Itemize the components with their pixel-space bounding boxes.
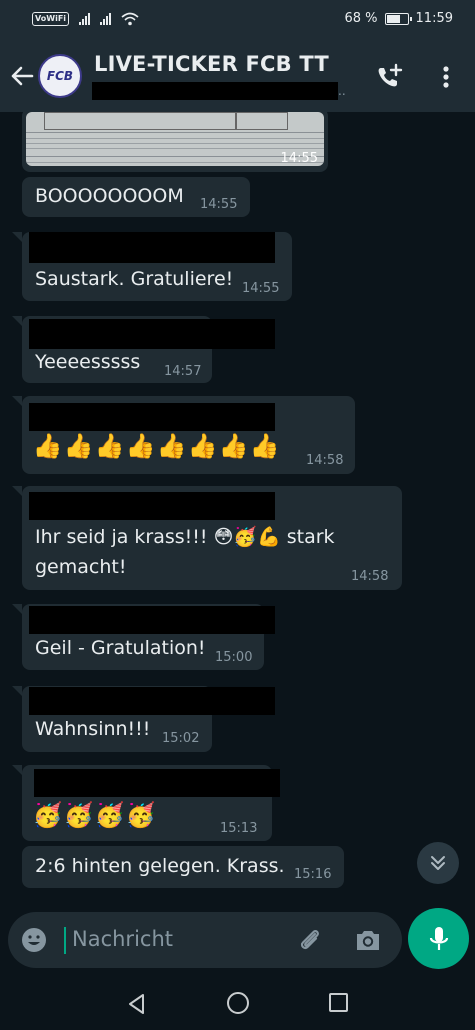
message-time: 15:13 bbox=[220, 821, 258, 836]
thumbs-up-emoji: 👍 bbox=[94, 432, 125, 460]
scroll-to-bottom-button[interactable] bbox=[417, 842, 459, 884]
thumbs-up-emoji: 👍 bbox=[63, 432, 94, 460]
voice-message-button[interactable] bbox=[408, 908, 469, 969]
status-indicators: VoWiFi bbox=[32, 12, 139, 26]
sender-name-redacted bbox=[29, 687, 275, 715]
signal-icon-2 bbox=[100, 13, 112, 25]
message-bubble[interactable]: Ihr seid ja krass!!! 😳🥳💪 stark gemacht! … bbox=[22, 486, 402, 590]
thumbs-up-emoji: 👍 bbox=[187, 432, 218, 460]
chat-title[interactable]: LIVE-TICKER FCB TT bbox=[94, 52, 329, 76]
participants-redacted[interactable] bbox=[92, 82, 338, 100]
status-right: 68 % 11:59 bbox=[345, 11, 454, 26]
message-bubble[interactable]: Yeeeesssss 14:57 bbox=[22, 316, 275, 383]
sender-name-redacted bbox=[29, 606, 275, 634]
message-bubble[interactable]: 🥳🥳🥳🥳 15:13 bbox=[22, 765, 280, 841]
message-time: 14:55 bbox=[280, 151, 318, 166]
emoji-row: 👍👍👍👍👍👍👍👍 bbox=[32, 432, 280, 460]
party-face-emoji: 🥳 bbox=[63, 801, 94, 829]
message-input[interactable]: Nachricht bbox=[72, 927, 173, 951]
message-time: 14:55 bbox=[242, 281, 280, 296]
message-time: 15:02 bbox=[162, 731, 200, 746]
status-bar: VoWiFi 68 % 11:59 bbox=[0, 0, 475, 40]
score-sheet-photo[interactable] bbox=[26, 112, 324, 166]
message-bubble[interactable]: Geil - Gratulation! 15:00 bbox=[22, 604, 275, 670]
thumbs-up-emoji: 👍 bbox=[249, 432, 280, 460]
emoji-icon[interactable] bbox=[20, 926, 48, 954]
message-text-line2: gemacht! bbox=[35, 556, 127, 578]
message-composer[interactable]: Nachricht bbox=[8, 912, 402, 968]
message-time: 14:57 bbox=[164, 364, 202, 379]
avatar-text: FCB bbox=[46, 69, 74, 83]
message-time: 15:16 bbox=[294, 867, 332, 882]
message-text: Geil - Gratulation! bbox=[35, 637, 206, 659]
sender-name-redacted bbox=[29, 403, 275, 431]
thumbs-up-emoji: 👍 bbox=[32, 432, 63, 460]
sender-name-redacted bbox=[29, 319, 275, 349]
signal-icon bbox=[79, 13, 91, 25]
message-list[interactable]: 14:55 BOOOOOOOOM 14:55 Saustark. Gratuli… bbox=[0, 112, 475, 912]
message-bubble[interactable]: 2:6 hinten gelegen. Krass. 15:16 bbox=[22, 846, 344, 888]
battery-percent: 68 % bbox=[344, 11, 378, 26]
message-bubble[interactable]: 👍👍👍👍👍👍👍👍 14:58 bbox=[22, 396, 355, 474]
camera-icon[interactable] bbox=[354, 927, 382, 953]
nav-home-icon[interactable] bbox=[227, 992, 249, 1014]
message-text: Wahnsinn!!! bbox=[35, 718, 151, 740]
nav-recents-icon[interactable] bbox=[329, 993, 348, 1012]
mic-icon bbox=[429, 926, 448, 950]
message-time: 14:58 bbox=[306, 453, 344, 468]
thumbs-up-emoji: 👍 bbox=[218, 432, 249, 460]
system-nav-bar bbox=[0, 978, 475, 1030]
attach-icon[interactable] bbox=[296, 926, 324, 954]
message-text: Yeeeesssss bbox=[35, 351, 141, 373]
double-chevron-down-icon bbox=[431, 856, 445, 870]
sender-name-redacted bbox=[29, 232, 275, 263]
more-vert-icon[interactable] bbox=[434, 64, 458, 90]
back-arrow-icon[interactable] bbox=[8, 62, 36, 90]
message-time: 14:55 bbox=[200, 197, 238, 212]
thumbs-up-emoji: 👍 bbox=[156, 432, 187, 460]
message-time: 14:58 bbox=[351, 569, 389, 584]
add-call-icon[interactable] bbox=[374, 62, 404, 92]
wifi-icon bbox=[121, 12, 139, 26]
message-text-line1: Ihr seid ja krass!!! 😳🥳💪 stark bbox=[35, 526, 335, 548]
sender-name-redacted bbox=[29, 492, 275, 520]
message-text: 2:6 hinten gelegen. Krass. bbox=[35, 855, 285, 877]
message-bubble[interactable]: Saustark. Gratuliere! 14:55 bbox=[22, 232, 292, 301]
group-avatar[interactable]: FCB bbox=[38, 54, 82, 98]
message-time: 15:00 bbox=[215, 650, 253, 665]
nav-back-icon[interactable] bbox=[125, 992, 149, 1016]
thumbs-up-emoji: 👍 bbox=[125, 432, 156, 460]
photo-message[interactable]: 14:55 bbox=[22, 112, 328, 172]
chat-header: FCB LIVE-TICKER FCB TT .. bbox=[0, 40, 475, 112]
party-face-emoji: 🥳 bbox=[32, 801, 63, 829]
subtitle-ellipsis: .. bbox=[338, 84, 346, 98]
battery-icon bbox=[384, 12, 412, 25]
sender-name-redacted bbox=[34, 769, 280, 797]
party-face-emoji: 🥳 bbox=[94, 801, 125, 829]
vowifi-label: VoWiFi bbox=[32, 12, 70, 26]
party-face-emoji: 🥳 bbox=[125, 801, 156, 829]
message-text: BOOOOOOOOM bbox=[35, 185, 184, 207]
text-cursor bbox=[64, 927, 66, 954]
clock: 11:59 bbox=[415, 11, 453, 26]
message-bubble[interactable]: Wahnsinn!!! 15:02 bbox=[22, 686, 275, 752]
emoji-row: 🥳🥳🥳🥳 bbox=[32, 801, 156, 829]
message-bubble[interactable]: BOOOOOOOOM 14:55 bbox=[22, 177, 250, 217]
message-text: Saustark. Gratuliere! bbox=[35, 268, 234, 290]
